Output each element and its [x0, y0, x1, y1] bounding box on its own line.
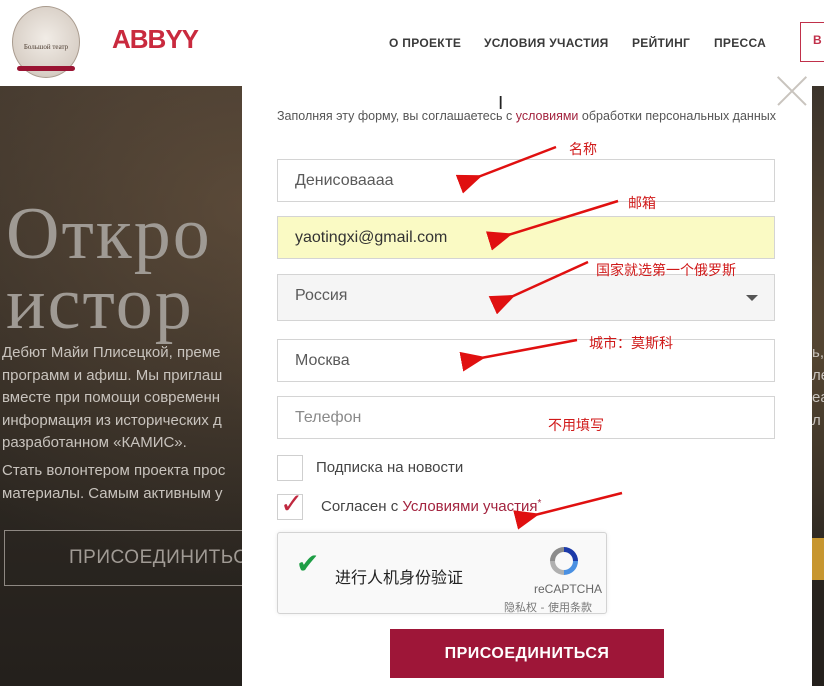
hero-right-fragments: ь, ле еа л	[812, 342, 824, 432]
annotation-city: 城市：莫斯科	[589, 336, 673, 352]
hero-fragment: л	[812, 411, 821, 429]
nav-about[interactable]: О ПРОЕКТЕ	[389, 36, 461, 50]
hero-line: материалы. Самым активным у	[2, 484, 223, 502]
terms-link[interactable]: Условиями участия	[402, 498, 537, 515]
hero-line: Дебют Майи Плисецкой, преме	[2, 344, 221, 361]
phone-field[interactable]: Телефон	[277, 396, 775, 439]
logo-caption: Большой театр	[23, 43, 69, 51]
country-value: Россия	[295, 287, 348, 304]
close-icon[interactable]	[776, 75, 808, 107]
agree-checkbox[interactable]: ✓	[277, 487, 303, 520]
hero-line: программ и афиш. Мы приглаш	[2, 366, 223, 384]
recaptcha-widget[interactable]: ✔ 进行人机身份验证 reCAPTCHA 隐私权 - 使用条款	[277, 532, 607, 614]
abbyy-logo[interactable]: ABBYY	[112, 24, 199, 55]
subscribe-label: Подписка на новости	[316, 459, 464, 476]
recaptcha-label: 进行人机身份验证	[335, 568, 464, 587]
annotation-phone: 不用填写	[548, 418, 604, 434]
city-field[interactable]: Москва	[277, 339, 775, 382]
annotation-name: 名称	[569, 142, 597, 158]
checkmark-icon: ✓	[280, 487, 304, 520]
hero-line: информация из исторических д	[2, 411, 222, 429]
hero-line: Стать волонтером проекта прос	[2, 462, 226, 479]
recaptcha-check-icon: ✔	[296, 547, 320, 580]
hero-paragraph: Дебют Майи Плисецкой, преме программ и а…	[2, 342, 262, 455]
annotation-email: 邮箱	[628, 196, 656, 212]
name-field[interactable]: Денисоваааа	[277, 159, 775, 202]
hero-line: вместе при помощи современн	[2, 389, 221, 406]
nav-rating[interactable]: РЕЙТИНГ	[632, 36, 690, 50]
nav-press[interactable]: ПРЕССА	[714, 36, 766, 50]
hero-line: разработанном «КАМИС».	[2, 434, 187, 451]
login-button[interactable]: В	[800, 22, 824, 62]
hero-gold-button[interactable]	[812, 538, 824, 580]
consent-suffix: обработки персональных данных	[578, 109, 776, 123]
logo-ribbon	[17, 66, 75, 71]
chevron-down-icon	[746, 295, 758, 301]
required-mark: *	[537, 498, 542, 509]
consent-link[interactable]: условиями	[516, 109, 579, 123]
country-select[interactable]: Россия	[277, 274, 775, 321]
recaptcha-terms-link[interactable]: 隐私权 - 使用条款	[504, 599, 592, 615]
hero-fragment: ле	[812, 366, 824, 384]
subscribe-checkbox[interactable]	[277, 455, 303, 481]
agree-label: Согласен с Условиями участия*	[321, 498, 541, 515]
consent-notice: Заполняя эту форму, вы соглашаетесь с ус…	[277, 107, 777, 125]
consent-prefix: Заполняя эту форму, вы соглашаетесь с	[277, 109, 516, 123]
hero-fragment: ь,	[812, 344, 824, 361]
email-field[interactable]: yaotingxi@gmail.com	[277, 216, 775, 259]
annotation-country: 国家就选第一个俄罗斯	[596, 263, 736, 279]
nav-terms[interactable]: УСЛОВИЯ УЧАСТИЯ	[484, 36, 609, 50]
recaptcha-brand: reCAPTCHA	[533, 582, 602, 596]
hero-fragment: еа	[812, 389, 824, 406]
submit-button[interactable]: ПРИСОЕДИНИТЬСЯ	[390, 629, 664, 678]
bolshoi-theatre-logo[interactable]: Большой театр	[12, 6, 80, 78]
hero-title-line2: истор	[6, 263, 194, 345]
hero-paragraph-2: Стать волонтером проекта прос материалы.…	[2, 460, 262, 505]
recaptcha-logo-icon	[550, 547, 578, 575]
agree-prefix: Согласен с	[321, 498, 403, 515]
